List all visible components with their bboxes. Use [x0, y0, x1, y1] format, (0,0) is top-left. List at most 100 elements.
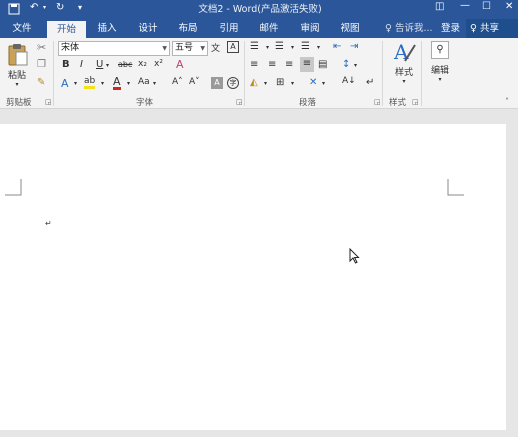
enclose-char-icon[interactable]: 字: [227, 77, 239, 89]
chevron-down-icon: ▼: [200, 45, 205, 52]
align-center-icon[interactable]: ≡: [268, 59, 276, 70]
divider: [421, 41, 422, 106]
font-size-field[interactable]: 五号 ▼: [172, 41, 208, 56]
strikethrough-button[interactable]: abc: [118, 60, 132, 69]
redo-icon[interactable]: ↻: [56, 2, 64, 13]
increase-indent-icon[interactable]: ⇥: [350, 41, 358, 52]
superscript-button[interactable]: x²: [154, 59, 163, 69]
chevron-down-icon[interactable]: ▾: [354, 62, 357, 69]
window-title: 文档2 - Word(产品激活失败): [198, 4, 322, 15]
tab-file[interactable]: 文件: [6, 21, 38, 38]
ribbon-tab-bar: 文件 开始 插入 设计 布局 引用 邮件 审阅 视图 ♀ 告诉我... 登录 ♀…: [0, 19, 518, 38]
borders-icon[interactable]: ⊞: [276, 77, 284, 88]
sort-icon[interactable]: A↓: [342, 76, 356, 86]
chevron-down-icon[interactable]: ▾: [266, 44, 269, 51]
chevron-down-icon[interactable]: ▾: [153, 80, 156, 87]
shrink-font-button[interactable]: A˅: [189, 77, 200, 87]
chevron-down-icon: ▼: [162, 45, 167, 52]
undo-dropdown-icon[interactable]: ▾: [43, 4, 46, 11]
styles-gallery-button[interactable]: A 样式 ▾: [388, 41, 420, 91]
divider: [53, 41, 54, 106]
undo-icon[interactable]: ↶: [30, 2, 38, 13]
login-link[interactable]: 登录: [441, 21, 460, 36]
highlight-icon[interactable]: ab: [84, 76, 96, 89]
tab-review[interactable]: 审阅: [293, 21, 327, 38]
tab-home[interactable]: 开始: [47, 21, 86, 38]
clipboard-launcher-icon[interactable]: ◲: [45, 98, 52, 106]
font-name-value: 宋体: [61, 43, 80, 53]
grow-font-button[interactable]: A˄: [172, 77, 183, 87]
paragraph-group-label: 段落: [299, 98, 317, 108]
tab-references[interactable]: 引用: [212, 21, 246, 38]
editing-label: 编辑: [430, 66, 449, 76]
font-size-value: 五号: [175, 43, 194, 53]
font-name-field[interactable]: 宋体 ▼: [58, 41, 170, 56]
copy-icon[interactable]: ❐: [37, 59, 46, 70]
font-launcher-icon[interactable]: ◲: [236, 98, 243, 106]
chevron-down-icon[interactable]: ▾: [291, 44, 294, 51]
char-border-icon[interactable]: A: [227, 41, 239, 53]
format-painter-icon[interactable]: ✎: [37, 77, 45, 88]
underline-button[interactable]: U: [96, 59, 103, 70]
chevron-down-icon[interactable]: ▾: [291, 80, 294, 87]
char-shading-icon[interactable]: A: [211, 77, 223, 89]
tab-design[interactable]: 设计: [131, 21, 165, 38]
show-marks-icon[interactable]: ↵: [366, 77, 374, 88]
ribbon-options-icon[interactable]: ◫: [435, 1, 444, 12]
customize-toolbar-icon[interactable]: ▾: [78, 3, 82, 12]
chevron-down-icon[interactable]: ▾: [322, 80, 325, 87]
align-left-icon[interactable]: ≡: [250, 59, 258, 70]
restore-icon[interactable]: ☐: [482, 1, 491, 12]
text-effects-icon[interactable]: A: [61, 77, 69, 90]
tab-insert[interactable]: 插入: [90, 21, 124, 38]
bullets-icon[interactable]: ☰: [250, 41, 259, 52]
tab-view[interactable]: 视图: [333, 21, 367, 38]
styles-icon: A: [393, 41, 416, 64]
paste-dropdown-icon: ▾: [15, 81, 19, 88]
svg-text:A: A: [393, 41, 409, 64]
line-spacing-icon[interactable]: ↕: [342, 59, 350, 70]
clear-formatting-icon[interactable]: A: [176, 58, 184, 71]
chevron-down-icon[interactable]: ▾: [127, 80, 130, 87]
font-group-label: 字体: [136, 98, 154, 108]
chevron-down-icon[interactable]: ▾: [106, 62, 109, 69]
change-case-button[interactable]: Aa: [138, 77, 150, 87]
margin-marker-top-left: [5, 179, 22, 196]
editing-button[interactable]: ⚲ 编辑 ▾: [427, 41, 453, 91]
chevron-down-icon[interactable]: ▾: [264, 80, 267, 87]
styles-launcher-icon[interactable]: ◲: [412, 98, 419, 106]
phonetic-guide-icon[interactable]: 文: [211, 41, 220, 54]
shading-icon[interactable]: ◭: [250, 77, 258, 88]
multilevel-list-icon[interactable]: ☰: [301, 41, 310, 52]
italic-button[interactable]: I: [80, 59, 83, 70]
chevron-down-icon[interactable]: ▾: [101, 80, 104, 87]
share-button[interactable]: ♀ 共享: [466, 19, 518, 38]
chinese-layout-icon[interactable]: ✕: [309, 77, 317, 88]
paste-button[interactable]: 粘贴 ▾: [4, 42, 30, 88]
chevron-down-icon[interactable]: ▾: [317, 44, 320, 51]
cut-icon[interactable]: ✂: [37, 41, 46, 54]
chevron-down-icon[interactable]: ▾: [74, 80, 77, 87]
distributed-icon[interactable]: ▤: [318, 59, 327, 70]
collapse-ribbon-icon[interactable]: ˄: [505, 97, 509, 106]
tab-layout[interactable]: 布局: [171, 21, 205, 38]
divider: [382, 41, 383, 106]
decrease-indent-icon[interactable]: ⇤: [333, 41, 341, 52]
vertical-scrollbar[interactable]: [506, 124, 518, 437]
align-right-icon[interactable]: ≡: [285, 59, 293, 70]
bold-button[interactable]: B: [62, 59, 70, 70]
numbering-icon[interactable]: ☰: [275, 41, 284, 52]
search-icon: ⚲: [431, 41, 449, 59]
document-page[interactable]: ↵: [0, 124, 506, 430]
paragraph-mark: ↵: [45, 219, 52, 228]
minimize-icon[interactable]: —: [460, 0, 470, 11]
paragraph-launcher-icon[interactable]: ◲: [374, 98, 381, 106]
close-icon[interactable]: ✕: [505, 1, 513, 12]
save-icon[interactable]: [8, 3, 20, 15]
tab-mailings[interactable]: 邮件: [252, 21, 286, 38]
tell-me-search[interactable]: ♀ 告诉我...: [385, 21, 433, 36]
justify-icon[interactable]: ≡: [300, 57, 314, 72]
font-color-icon[interactable]: A: [113, 76, 121, 90]
clipboard-group-label: 剪贴板: [6, 98, 32, 108]
subscript-button[interactable]: x₂: [138, 59, 147, 69]
